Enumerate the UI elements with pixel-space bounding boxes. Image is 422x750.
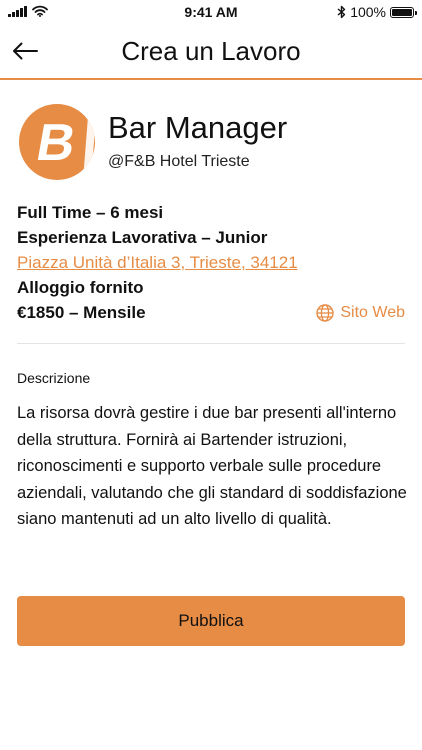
salary-row: €1850 – Mensile Sito Web bbox=[17, 302, 405, 327]
divider bbox=[17, 343, 405, 344]
job-experience: Esperienza Lavorativa – Junior bbox=[17, 228, 268, 247]
address-link[interactable]: Piazza Unità d’Italia 3, Trieste, 34121 bbox=[17, 252, 298, 277]
company-logo: B bbox=[19, 104, 95, 180]
status-right: 100% bbox=[337, 4, 417, 20]
globe-icon bbox=[316, 304, 335, 322]
website-link[interactable]: Sito Web bbox=[316, 302, 405, 324]
company-name: @F&B Hotel Trieste bbox=[108, 153, 250, 170]
battery-percent: 100% bbox=[350, 4, 386, 20]
job-housing: Alloggio fornito bbox=[17, 278, 144, 297]
job-details: Full Time – 6 mesi Esperienza Lavorativa… bbox=[17, 202, 405, 327]
description-label: Descrizione bbox=[17, 370, 91, 386]
website-label: Sito Web bbox=[340, 304, 405, 321]
publish-button[interactable]: Pubblica bbox=[17, 596, 405, 646]
battery-icon bbox=[390, 6, 417, 18]
nav-bar: Crea un Lavoro bbox=[0, 24, 422, 80]
job-header: B Bar Manager @F&B Hotel Trieste bbox=[17, 100, 405, 184]
status-bar: 9:41 AM 100% bbox=[0, 0, 422, 24]
bluetooth-icon bbox=[337, 5, 346, 19]
page-title: Crea un Lavoro bbox=[121, 36, 301, 66]
job-type: Full Time – 6 mesi bbox=[17, 203, 164, 222]
job-title: Bar Manager bbox=[108, 110, 288, 145]
description-text: La risorsa dovrà gestire i due bar prese… bbox=[17, 404, 407, 528]
